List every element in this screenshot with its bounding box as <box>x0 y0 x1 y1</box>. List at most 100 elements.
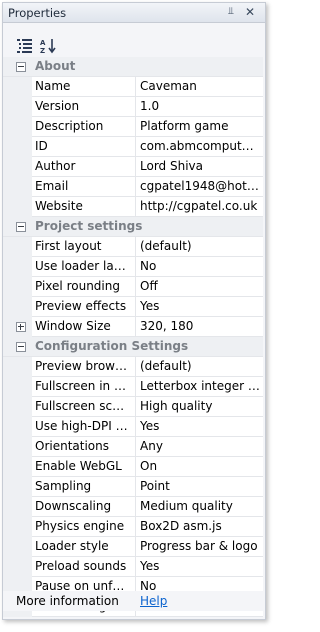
column-divider <box>135 357 136 377</box>
property-value[interactable]: cgpatel1948@hotm... <box>140 179 260 193</box>
properties-toolbar: A Z <box>3 23 265 57</box>
row-gutter <box>3 417 32 437</box>
property-value[interactable]: On <box>140 459 260 473</box>
property-name: Use high-DPI dis... <box>35 419 131 433</box>
column-divider <box>135 197 136 217</box>
property-grid: About Name Caveman Version 1.0 Description Pla… <box>3 57 263 617</box>
collapse-icon[interactable] <box>16 222 26 232</box>
property-row[interactable]: Sampling Point <box>3 477 263 497</box>
property-name: Sampling <box>35 479 92 493</box>
property-name: Use loader layout <box>35 259 131 273</box>
row-gutter <box>3 517 32 537</box>
property-value[interactable]: Platform game <box>140 119 260 133</box>
property-value[interactable]: Lord Shiva <box>140 159 260 173</box>
expand-icon[interactable] <box>16 322 26 332</box>
property-row[interactable]: Orientations Any <box>3 437 263 457</box>
alphabetical-sort-button[interactable]: A Z <box>40 38 58 55</box>
property-row[interactable]: Use high-DPI dis... Yes <box>3 417 263 437</box>
column-divider <box>135 157 136 177</box>
property-row[interactable]: Pixel rounding Off <box>3 277 263 297</box>
property-name: Window Size <box>35 319 111 333</box>
property-row[interactable]: Website http://cgpatel.co.uk <box>3 197 263 217</box>
property-value[interactable]: 1.0 <box>140 99 260 113</box>
property-value[interactable]: High quality <box>140 399 260 413</box>
property-value[interactable]: No <box>140 259 260 273</box>
property-row[interactable]: ID com.abmcomputer... <box>3 137 263 157</box>
property-name: Loader style <box>35 539 109 553</box>
property-value[interactable]: Yes <box>140 419 260 433</box>
column-divider <box>135 537 136 557</box>
property-value[interactable]: Progress bar & logo <box>140 539 260 553</box>
property-row[interactable]: Enable WebGL On <box>3 457 263 477</box>
column-divider <box>135 257 136 277</box>
property-value[interactable]: Yes <box>140 299 260 313</box>
property-name: ID <box>35 139 48 153</box>
help-link[interactable]: Help <box>140 594 167 608</box>
collapse-icon[interactable] <box>16 62 26 72</box>
property-name: Email <box>35 179 69 193</box>
property-value[interactable]: Box2D asm.js <box>140 519 260 533</box>
property-row[interactable]: Author Lord Shiva <box>3 157 263 177</box>
property-name: First layout <box>35 239 102 253</box>
property-value[interactable]: Off <box>140 279 260 293</box>
category-row[interactable]: Configuration Settings <box>3 337 263 357</box>
property-row[interactable]: Email cgpatel1948@hotm... <box>3 177 263 197</box>
property-row[interactable]: First layout (default) <box>3 237 263 257</box>
column-divider <box>135 117 136 137</box>
column-divider <box>135 317 136 337</box>
property-row[interactable]: Fullscreen scaling High quality <box>3 397 263 417</box>
row-gutter <box>3 297 32 317</box>
property-value[interactable]: (default) <box>140 359 260 373</box>
property-value[interactable]: http://cgpatel.co.uk <box>140 199 260 213</box>
property-row[interactable]: Preload sounds Yes <box>3 557 263 577</box>
property-value[interactable]: Yes <box>140 559 260 573</box>
category-row[interactable]: About <box>3 57 263 77</box>
property-row[interactable]: Preview browser (default) <box>3 357 263 377</box>
property-name: Fullscreen in bro... <box>35 379 131 393</box>
collapse-icon[interactable] <box>16 342 26 352</box>
property-row[interactable]: Use loader layout No <box>3 257 263 277</box>
property-row[interactable]: Name Caveman <box>3 77 263 97</box>
property-value[interactable]: com.abmcomputer... <box>140 139 260 153</box>
property-row[interactable]: Window Size 320, 180 <box>3 317 263 337</box>
column-divider <box>135 417 136 437</box>
row-gutter <box>3 257 32 277</box>
close-icon[interactable]: ✕ <box>243 5 257 19</box>
property-value[interactable]: Any <box>140 439 260 453</box>
alphabetical-sort-icon: A Z <box>40 39 56 55</box>
property-name: Pixel rounding <box>35 279 120 293</box>
row-gutter <box>3 497 32 517</box>
property-row[interactable]: Fullscreen in bro... Letterbox integer sc… <box>3 377 263 397</box>
column-divider <box>135 557 136 577</box>
categorized-view-button[interactable] <box>16 38 34 54</box>
svg-text:Z: Z <box>40 47 45 54</box>
property-row[interactable]: Version 1.0 <box>3 97 263 117</box>
property-row[interactable]: Preview effects Yes <box>3 297 263 317</box>
property-value[interactable]: Caveman <box>140 79 260 93</box>
property-name: Version <box>35 99 80 113</box>
property-value[interactable]: 320, 180 <box>140 319 260 333</box>
property-name: Description <box>35 119 104 133</box>
property-name: Downscaling <box>35 499 112 513</box>
row-gutter <box>3 357 32 377</box>
property-value[interactable]: (default) <box>140 239 260 253</box>
row-gutter <box>3 157 32 177</box>
column-divider <box>135 137 136 157</box>
row-gutter <box>3 557 32 577</box>
row-gutter <box>3 377 32 397</box>
property-row[interactable]: Loader style Progress bar & logo <box>3 537 263 557</box>
property-name: Enable WebGL <box>35 459 122 473</box>
property-value[interactable]: Medium quality <box>140 499 260 513</box>
pin-icon[interactable]: ⫫ <box>225 5 237 19</box>
property-value[interactable]: Point <box>140 479 260 493</box>
property-value[interactable]: Letterbox integer sc... <box>140 379 260 393</box>
property-row[interactable]: Downscaling Medium quality <box>3 497 263 517</box>
property-row[interactable]: Physics engine Box2D asm.js <box>3 517 263 537</box>
svg-text:A: A <box>40 39 46 47</box>
panel-titlebar[interactable]: Properties ⫫ ✕ <box>3 3 265 23</box>
property-name: Author <box>35 159 76 173</box>
property-row[interactable]: Description Platform game <box>3 117 263 137</box>
row-gutter <box>3 177 32 197</box>
category-row[interactable]: Project settings <box>3 217 263 237</box>
category-label: Project settings <box>35 219 143 233</box>
